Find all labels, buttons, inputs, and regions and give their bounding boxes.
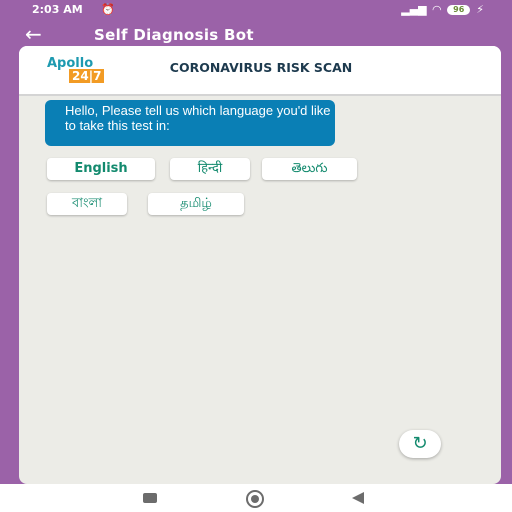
apollo-logo: Apollo 24|7 (47, 56, 127, 86)
alarm-clock-icon: ⏰ (101, 3, 115, 16)
refresh-button[interactable]: ↻ (399, 430, 441, 458)
status-icons: ▂▄▆ ◠ 96 ⚡ (401, 3, 484, 16)
home-icon[interactable] (246, 490, 264, 508)
status-time: 2:03 AM (32, 3, 83, 16)
language-english-button[interactable]: English (47, 158, 155, 180)
logo-box: 24|7 (69, 69, 105, 83)
refresh-icon: ↻ (412, 433, 428, 454)
language-bengali-button[interactable]: বাংলা (47, 193, 127, 215)
status-bar: 2:03 AM ⏰ ▂▄▆ ◠ 96 ⚡ (0, 0, 512, 20)
language-hindi-button[interactable]: हिन्दी (170, 158, 250, 180)
page-title: Self Diagnosis Bot (94, 26, 254, 44)
bot-message-bubble: Hello, Please tell us which language you… (45, 100, 335, 146)
scan-title: CORONAVIRUS RISK SCAN (169, 60, 353, 75)
system-nav-bar (0, 484, 512, 512)
wifi-icon: ◠ (432, 3, 442, 16)
signal-icon: ▂▄▆ (401, 3, 427, 16)
charging-icon: ⚡ (476, 3, 484, 16)
back-triangle-icon[interactable] (352, 492, 364, 504)
language-tamil-button[interactable]: தமிழ் (148, 193, 244, 215)
recent-apps-icon[interactable] (143, 493, 157, 503)
back-button[interactable]: ← (25, 22, 42, 46)
chat-card: Apollo 24|7 CORONAVIRUS RISK SCAN Hello,… (19, 46, 501, 484)
battery-icon: 96 (447, 4, 471, 15)
card-header: Apollo 24|7 CORONAVIRUS RISK SCAN (19, 46, 501, 96)
language-telugu-button[interactable]: తెలుగు (262, 158, 357, 180)
